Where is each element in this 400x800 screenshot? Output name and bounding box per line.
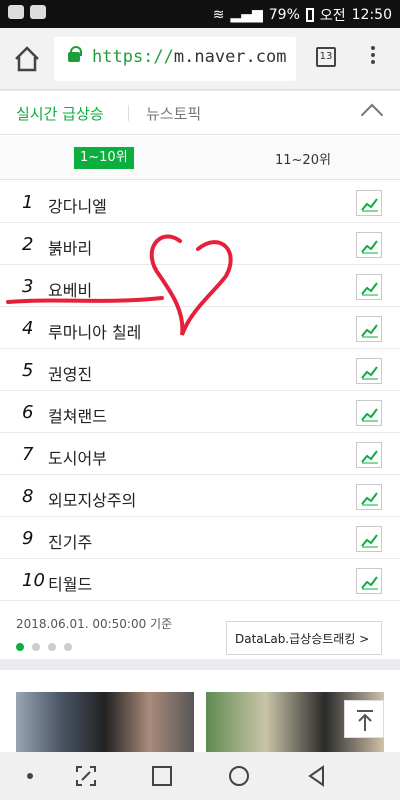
page-indicator bbox=[16, 643, 72, 651]
ranking-term[interactable]: 강다니엘 bbox=[48, 193, 107, 217]
ranking-item[interactable]: 6 컬쳐랜드 bbox=[0, 391, 400, 433]
ranking-term[interactable]: 컬쳐랜드 bbox=[48, 403, 107, 427]
ranking-term[interactable]: 티월드 bbox=[48, 571, 92, 595]
ranking-term[interactable]: 붉바리 bbox=[48, 235, 92, 259]
screenshot-icon[interactable] bbox=[74, 764, 98, 788]
home-button-icon[interactable] bbox=[227, 764, 251, 788]
tab-count-button[interactable]: 13 bbox=[316, 47, 336, 67]
signal-icon: ▂▄▆ bbox=[230, 7, 263, 23]
timestamp: 2018.06.01. 00:50:00 기준 bbox=[16, 617, 173, 631]
url-bar[interactable]: https://m.naver.com bbox=[54, 37, 296, 81]
underline-annotation bbox=[6, 296, 164, 304]
ranking-term[interactable]: 도시어부 bbox=[48, 445, 107, 469]
clock: 12:50 bbox=[351, 7, 392, 23]
scroll-top-button[interactable] bbox=[344, 700, 384, 738]
trend-chart-icon[interactable] bbox=[356, 526, 382, 552]
lock-icon bbox=[68, 46, 82, 62]
news-thumbnail[interactable] bbox=[16, 692, 194, 752]
rank-number: 6 bbox=[22, 402, 34, 423]
rank-number: 7 bbox=[22, 444, 34, 465]
segment-11-20[interactable]: 11~20위 bbox=[275, 149, 331, 168]
browser-toolbar: https://m.naver.com 13 bbox=[0, 28, 400, 90]
heart-annotation bbox=[149, 234, 233, 336]
ampm-label: 오전 bbox=[319, 8, 346, 24]
collapse-chevron-icon[interactable] bbox=[360, 103, 384, 127]
overflow-menu-icon[interactable] bbox=[370, 43, 376, 71]
back-icon[interactable] bbox=[305, 764, 329, 788]
home-icon[interactable] bbox=[12, 44, 42, 74]
battery-percent: 79% bbox=[268, 7, 300, 23]
rank-number: 8 bbox=[22, 486, 34, 507]
ranking-item[interactable]: 7 도시어부 bbox=[0, 433, 400, 475]
range-segment: 1~10위 11~20위 bbox=[0, 136, 400, 180]
trend-chart-icon[interactable] bbox=[356, 232, 382, 258]
ranking-term[interactable]: 권영진 bbox=[48, 361, 92, 385]
rank-number: 1 bbox=[22, 192, 34, 213]
app-icon bbox=[30, 5, 46, 19]
ranking-item[interactable]: 5 권영진 bbox=[0, 349, 400, 391]
trend-chart-icon[interactable] bbox=[356, 274, 382, 300]
recent-apps-icon[interactable] bbox=[150, 764, 174, 788]
trend-chart-icon[interactable] bbox=[356, 442, 382, 468]
news-cards bbox=[0, 670, 400, 752]
rank-number: 2 bbox=[22, 234, 34, 255]
trend-chart-icon[interactable] bbox=[356, 568, 382, 594]
system-nav-bar bbox=[0, 752, 400, 800]
url-text: https://m.naver.com bbox=[92, 47, 287, 67]
wifi-icon: ≋ bbox=[212, 7, 225, 23]
rank-number: 10 bbox=[22, 570, 45, 591]
status-bar: ≋ ▂▄▆ 79% 오전 12:50 bbox=[0, 0, 400, 28]
segment-1-10[interactable]: 1~10위 bbox=[74, 147, 134, 169]
realtime-panel: 실시간 급상승 뉴스토픽 1~10위 11~20위 1 강다니엘 2 붉바리 3… bbox=[0, 91, 400, 659]
rank-number: 9 bbox=[22, 528, 34, 549]
battery-icon bbox=[305, 8, 314, 22]
divider bbox=[128, 105, 129, 121]
tab-news-topic[interactable]: 뉴스토픽 bbox=[146, 103, 201, 124]
trend-chart-icon[interactable] bbox=[356, 316, 382, 342]
ranking-term[interactable]: 루마니아 칠레 bbox=[48, 319, 141, 343]
ranking-term[interactable]: 외모지상주의 bbox=[48, 487, 136, 511]
tab-realtime[interactable]: 실시간 급상승 bbox=[16, 103, 104, 124]
dot-icon[interactable] bbox=[18, 764, 42, 788]
panel-header: 실시간 급상승 뉴스토픽 bbox=[0, 91, 400, 135]
ranking-item[interactable]: 10 티월드 bbox=[0, 559, 400, 601]
ranking-item[interactable]: 1 강다니엘 bbox=[0, 181, 400, 223]
rank-number: 5 bbox=[22, 360, 34, 381]
ranking-term[interactable]: 진기주 bbox=[48, 529, 92, 553]
trend-chart-icon[interactable] bbox=[356, 484, 382, 510]
trend-chart-icon[interactable] bbox=[356, 358, 382, 384]
notification-icon bbox=[8, 5, 24, 19]
ranking-item[interactable]: 8 외모지상주의 bbox=[0, 475, 400, 517]
ranking-footer: 2018.06.01. 00:50:00 기준 DataLab.급상승트래킹 > bbox=[0, 603, 400, 659]
trend-chart-icon[interactable] bbox=[356, 400, 382, 426]
ranking-item[interactable]: 9 진기주 bbox=[0, 517, 400, 559]
rank-number: 4 bbox=[22, 318, 34, 339]
datalab-link[interactable]: DataLab.급상승트래킹 > bbox=[226, 621, 382, 655]
trend-chart-icon[interactable] bbox=[356, 190, 382, 216]
